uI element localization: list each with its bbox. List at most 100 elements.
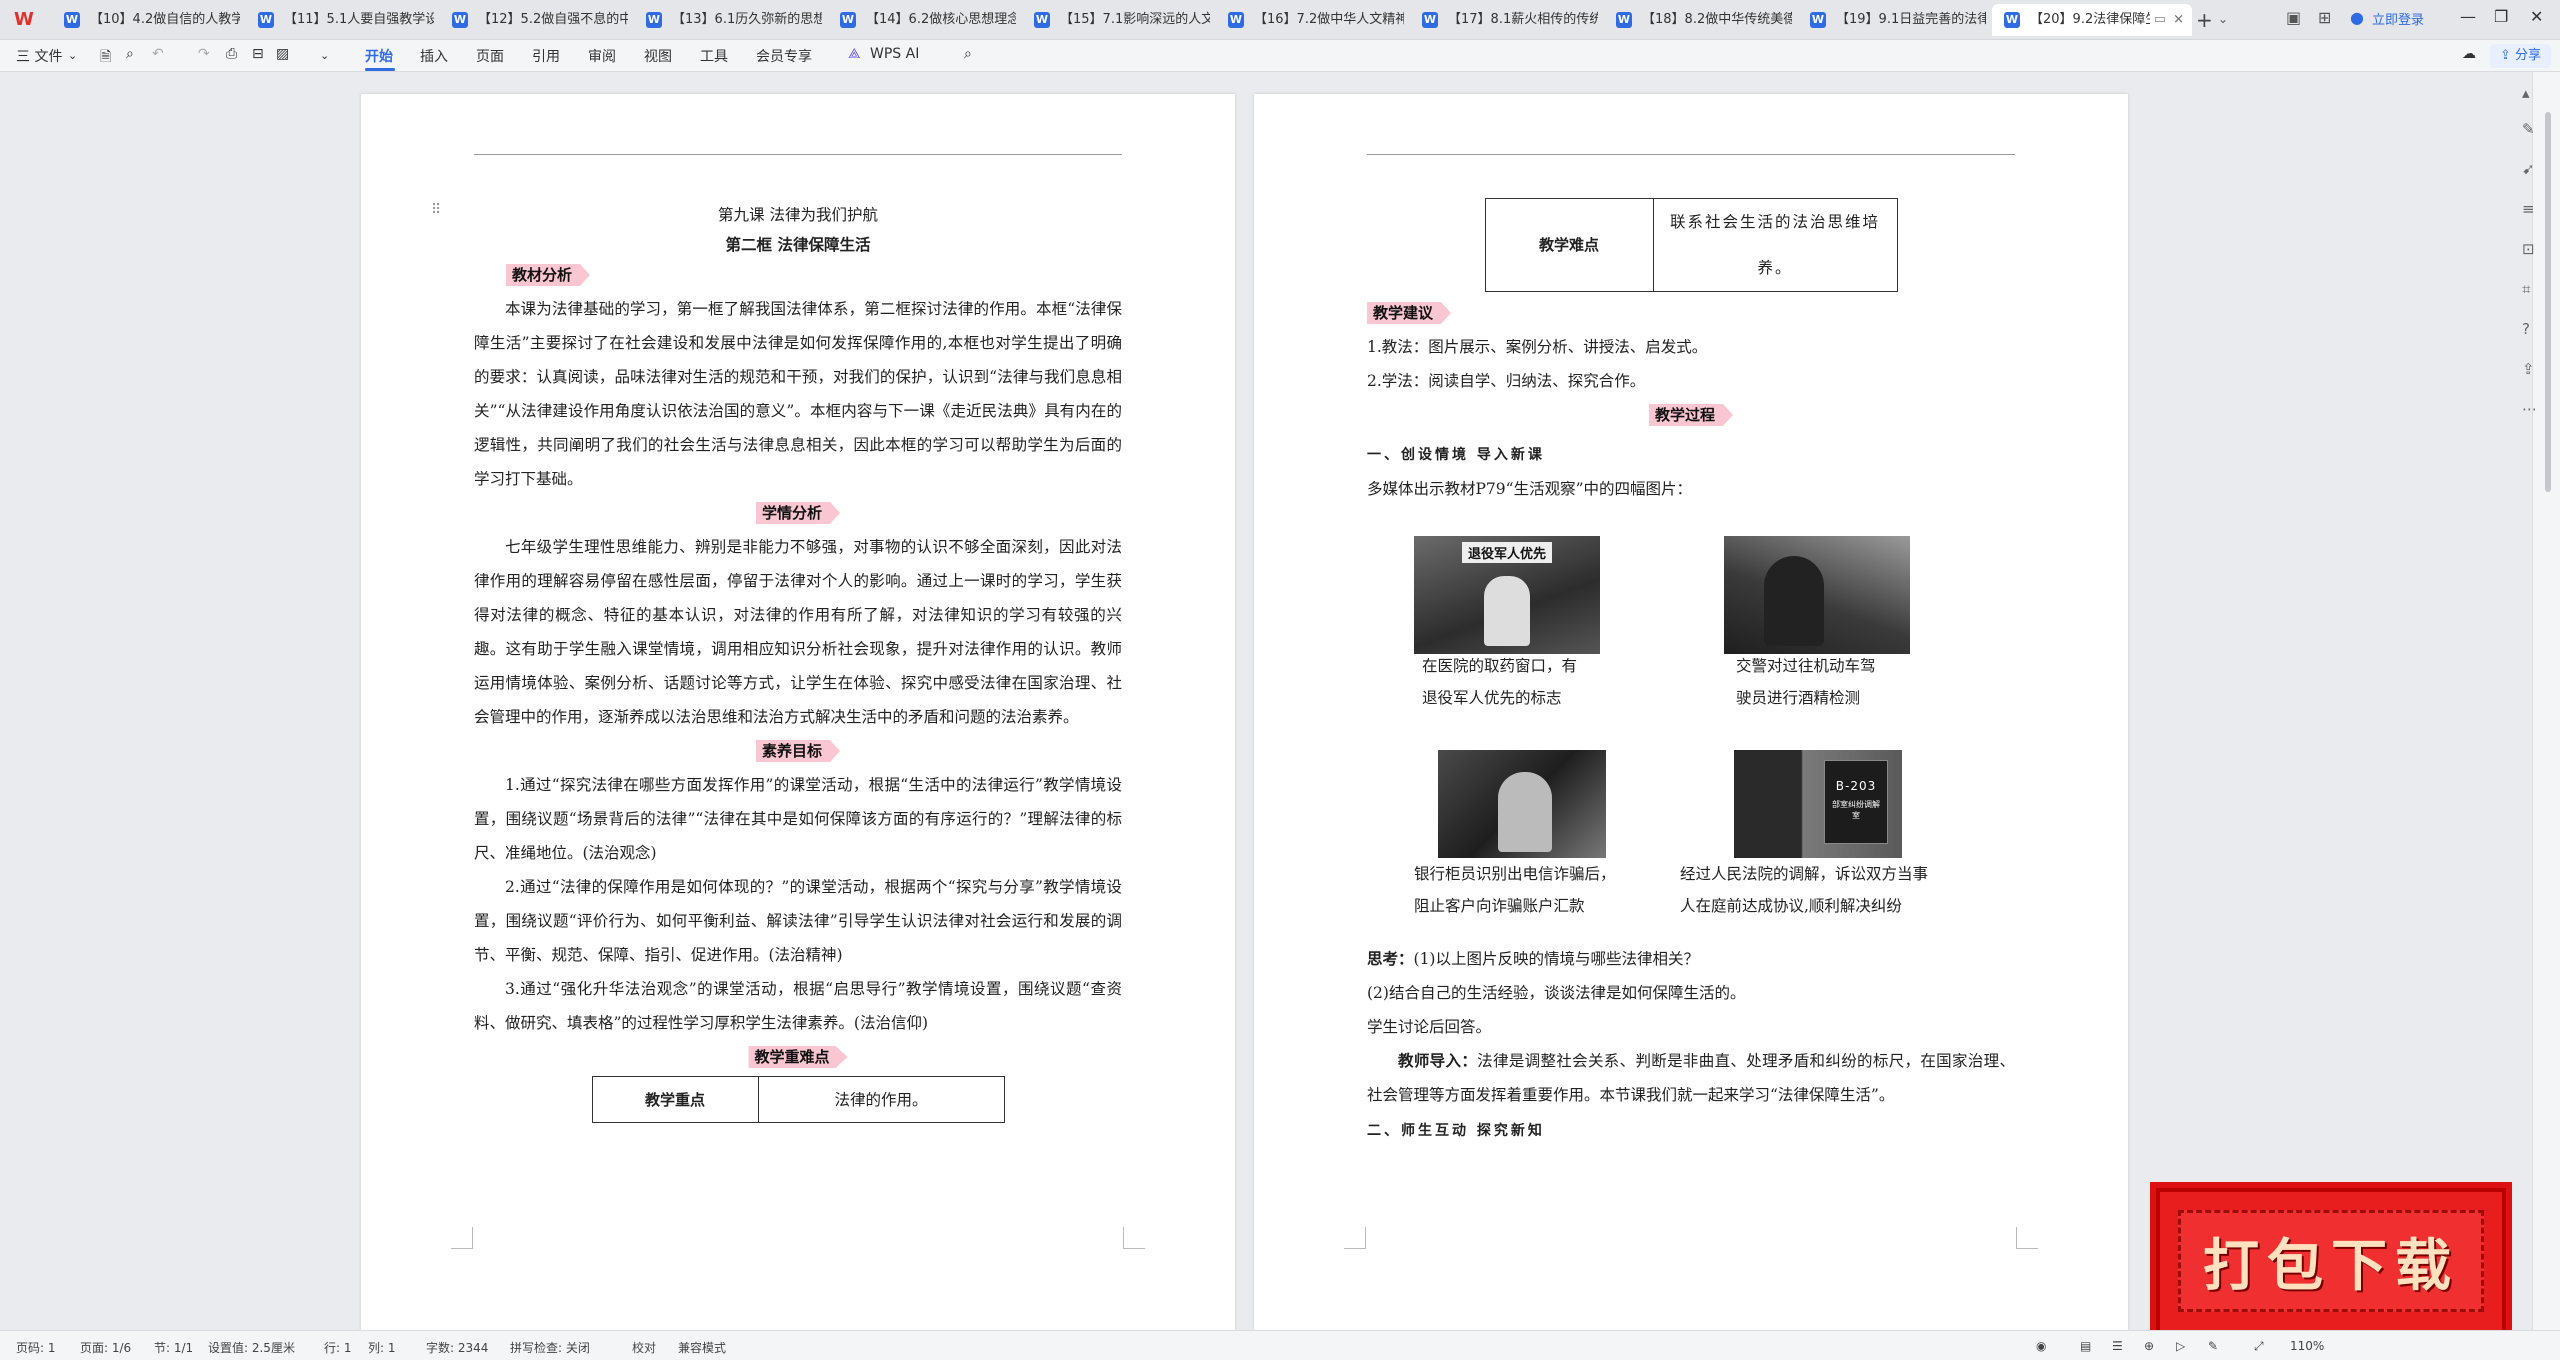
page-2[interactable]: 教学难点 联系社会生活的法治思维培养。 教学建议 1.教法：图片展示、案例分析、… bbox=[1254, 94, 2128, 1330]
status-setting[interactable]: 设置值: 2.5厘米 bbox=[208, 1339, 295, 1356]
status-row[interactable]: 行: 1 bbox=[324, 1339, 352, 1356]
restore-icon[interactable]: ❐ bbox=[2494, 7, 2508, 26]
scrollbar-thumb[interactable] bbox=[2545, 112, 2551, 492]
share-button[interactable]: ⇪ 分享 bbox=[2490, 44, 2552, 68]
ribbon-tab-member[interactable]: 会员专享 bbox=[756, 46, 812, 66]
pen-icon[interactable]: ✎ bbox=[2522, 120, 2535, 138]
ribbon-tab-tools[interactable]: 工具 bbox=[700, 46, 728, 66]
word-doc-icon: W bbox=[258, 12, 274, 28]
list-view-icon[interactable]: ☰ bbox=[2112, 1339, 2123, 1353]
paragraph: 3.通过“强化升华法治观念”的课堂活动，根据“启思导行”教学情境设置，围绕议题“… bbox=[474, 980, 1122, 1032]
login-link[interactable]: 立即登录 bbox=[2372, 9, 2424, 28]
redo-icon[interactable]: ↷ bbox=[198, 46, 210, 62]
grid-apps-icon[interactable]: ⊞ bbox=[2318, 8, 2331, 27]
page-2-body: 教学难点 联系社会生活的法治思维培养。 教学建议 1.教法：图片展示、案例分析、… bbox=[1367, 198, 2015, 506]
doc-tab[interactable]: W【15】7.1影响深远的人文精 bbox=[1022, 4, 1214, 36]
heading-tag: 教材分析 bbox=[506, 264, 591, 286]
page-1[interactable]: ⠿ 第九课 法律为我们护航 第二框 法律保障生活 教材分析 本课为法律基础的学习… bbox=[361, 94, 1235, 1330]
photo-caption: 交警对过往机动车驾 bbox=[1736, 657, 1876, 675]
print-icon[interactable]: ⎙ bbox=[226, 46, 237, 62]
status-bar: 页码: 1 页面: 1/6 节: 1/1 设置值: 2.5厘米 行: 1 列: … bbox=[0, 1330, 2560, 1360]
doc-tab-active[interactable]: W 【20】9.2法律保障生 ▭ × bbox=[1992, 4, 2192, 36]
share-side-icon[interactable]: ⇪ bbox=[2522, 360, 2535, 378]
crop-icon[interactable]: ⌗ bbox=[2522, 280, 2530, 298]
header-line bbox=[474, 154, 1122, 155]
screenshot-icon[interactable]: ⊡ bbox=[2522, 240, 2535, 258]
scroll-up-icon[interactable]: ▴ bbox=[2522, 84, 2530, 102]
help-icon[interactable]: ? bbox=[2522, 320, 2530, 338]
search-doc-icon[interactable]: ⌕ bbox=[126, 46, 134, 62]
paragraph: 2.学法：阅读自学、归纳法、探究合作。 bbox=[1367, 372, 1646, 390]
new-tab-icon[interactable]: + bbox=[2196, 8, 2213, 32]
undo-icon[interactable]: ↶ bbox=[152, 46, 164, 62]
zoom-level[interactable]: 110% bbox=[2290, 1339, 2324, 1353]
doc-tab[interactable]: W【14】6.2做核心思想理念的 bbox=[828, 4, 1020, 36]
cloud-sync-icon[interactable]: ☁ bbox=[2462, 46, 2476, 62]
spell-check-toggle[interactable]: 拼写检查: 关闭 bbox=[510, 1339, 590, 1356]
chevron-down-icon[interactable]: ⌄ bbox=[68, 49, 77, 62]
photo-caption: 银行柜员识别出电信诈骗后， bbox=[1414, 865, 1616, 883]
ribbon-tab-view[interactable]: 视图 bbox=[644, 46, 672, 66]
status-pages[interactable]: 页面: 1/6 bbox=[80, 1339, 131, 1356]
window-close-icon[interactable]: ✕ bbox=[2530, 7, 2543, 26]
ribbon-tab-review[interactable]: 审阅 bbox=[588, 46, 616, 66]
paragraph: 本课为法律基础的学习，第一框了解我国法律体系，第二框探讨法律的作用。本框“法律保… bbox=[474, 300, 1122, 488]
tab-bar: W W【10】4.2做自信的人教学设 W【11】5.1人要自强教学设计 W【12… bbox=[0, 0, 2560, 40]
settings-sliders-icon[interactable]: ≡ bbox=[2522, 200, 2535, 218]
ribbon-tab-home[interactable]: 开始 bbox=[365, 46, 393, 66]
ribbon-tab-page[interactable]: 页面 bbox=[476, 46, 504, 66]
more-icon[interactable]: ⋯ bbox=[2522, 400, 2537, 418]
eye-protect-icon[interactable]: ◉ bbox=[2036, 1339, 2046, 1353]
ribbon-tab-insert[interactable]: 插入 bbox=[420, 46, 448, 66]
pointer-icon[interactable]: ➹ bbox=[2522, 160, 2535, 178]
paragraph: 2.通过“法律的保障作用是如何体现的？”的课堂活动，根据两个“探究与分享”教学情… bbox=[474, 878, 1122, 964]
status-col[interactable]: 列: 1 bbox=[368, 1339, 396, 1356]
wps-logo-icon[interactable]: W bbox=[14, 9, 42, 31]
save-icon[interactable]: 🗎 bbox=[100, 46, 111, 70]
minimize-icon[interactable]: — bbox=[2460, 7, 2476, 26]
download-promo-banner[interactable]: 打包下载 bbox=[2156, 1188, 2506, 1334]
export-pdf-icon[interactable]: ⊟ bbox=[252, 46, 264, 62]
photo-caption: 退役军人优先的标志 bbox=[1422, 689, 1562, 707]
doc-tab[interactable]: W【13】6.1历久弥新的思想理 bbox=[634, 4, 826, 36]
lead-label: 教师导入： bbox=[1398, 1051, 1478, 1070]
proofread-button[interactable]: 校对 bbox=[632, 1339, 656, 1356]
screen-icon[interactable]: ▭ bbox=[2154, 4, 2166, 36]
doc-tab[interactable]: W【11】5.1人要自强教学设计 bbox=[246, 4, 438, 36]
doc-tab[interactable]: W【12】5.2做自强不息的中国 bbox=[440, 4, 632, 36]
word-doc-icon: W bbox=[1034, 12, 1050, 28]
page-view-icon[interactable]: ▤ bbox=[2080, 1339, 2091, 1353]
more-tools-icon[interactable]: ⌄ bbox=[320, 49, 329, 62]
write-mode-icon[interactable]: ✎ bbox=[2208, 1339, 2218, 1353]
doc-tab[interactable]: W【10】4.2做自信的人教学设 bbox=[52, 4, 244, 36]
status-page[interactable]: 页码: 1 bbox=[16, 1339, 56, 1356]
image-tool-icon[interactable]: ▨ bbox=[276, 46, 289, 62]
status-section[interactable]: 节: 1/1 bbox=[154, 1339, 193, 1356]
chevron-down-icon[interactable]: ⌄ bbox=[2218, 12, 2228, 26]
vertical-scrollbar[interactable] bbox=[2532, 72, 2560, 1330]
avatar-icon[interactable]: ● bbox=[2350, 8, 2364, 27]
close-icon[interactable]: × bbox=[2173, 4, 2184, 36]
fit-icon[interactable]: ⤢ bbox=[2254, 1339, 2264, 1354]
file-menu[interactable]: 三 文件 bbox=[16, 46, 62, 66]
page-2-body-lower: 思考：(1)以上图片反映的情境与哪些法律相关？ (2)结合自己的生活经验，谈谈法… bbox=[1367, 942, 2015, 1148]
search-icon[interactable]: ⌕ bbox=[964, 46, 972, 62]
document-canvas[interactable]: ⠿ 第九课 法律为我们护航 第二框 法律保障生活 教材分析 本课为法律基础的学习… bbox=[0, 72, 2532, 1330]
difficulty-table: 教学难点 联系社会生活的法治思维培养。 bbox=[1484, 198, 1898, 292]
doc-tab[interactable]: W【17】8.1薪火相传的传统美 bbox=[1410, 4, 1602, 36]
doc-tab[interactable]: W【16】7.2做中华人文精神的 bbox=[1216, 4, 1408, 36]
web-view-icon[interactable]: ⊕ bbox=[2144, 1339, 2154, 1353]
bank-photo bbox=[1438, 750, 1606, 858]
read-mode-icon[interactable]: ▷ bbox=[2176, 1339, 2185, 1353]
table-cell: 教学重点 bbox=[591, 1076, 759, 1123]
ribbon-tab-reference[interactable]: 引用 bbox=[532, 46, 560, 66]
photo-caption: 驶员进行酒精检测 bbox=[1736, 689, 1861, 707]
wps-ai-icon[interactable]: ⟁ bbox=[848, 46, 861, 62]
doc-tab[interactable]: W【19】9.1日益完善的法律体 bbox=[1798, 4, 1990, 36]
status-words[interactable]: 字数: 2344 bbox=[426, 1339, 488, 1356]
doc-tab[interactable]: W【18】8.2做中华传统美德的 bbox=[1604, 4, 1796, 36]
wps-ai-button[interactable]: WPS AI bbox=[870, 46, 919, 62]
window-layout-icon[interactable]: ▣ bbox=[2286, 8, 2301, 27]
drag-handle-icon[interactable]: ⠿ bbox=[431, 202, 441, 218]
heading-tag: 教学过程 bbox=[1648, 404, 1733, 426]
